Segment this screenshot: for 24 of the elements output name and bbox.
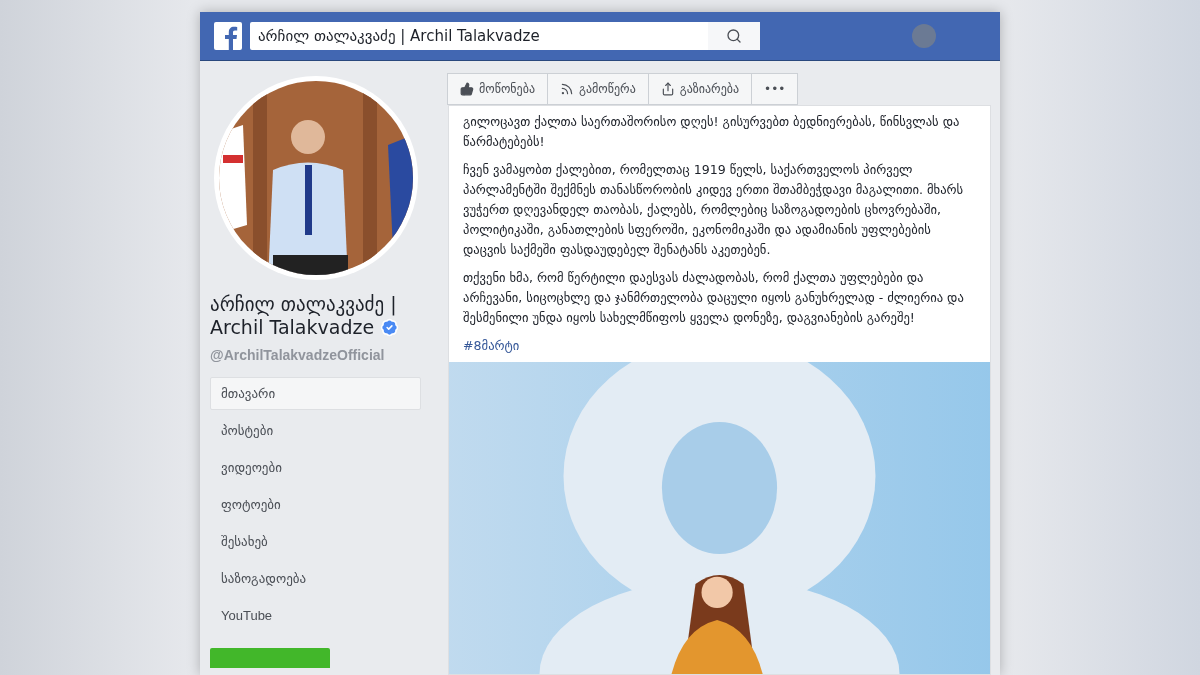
facebook-logo[interactable] [214, 22, 242, 50]
like-button[interactable]: მოწონება [447, 73, 548, 105]
post-paragraph: ჩვენ ვამაყობთ ქალებით, რომელთაც 1919 წელს, საქართველოს პირველ პარლამენტში შექმნეს თანასწორობის კიდევ ერთი შთამბეჭდავი მაგალითი. მხარს ვუჭერთ დღევანდელ თაობას, ქალებს, რომლებიც საზოგადოების ცხოვრებაში, პოლიტიკაში, განათლების სფეროში, ეკონომიკაში და ადამიანის უფლებების დაცვის საქმეში ფასდაუდებელ შენატანს აკეთებენ. [463, 161, 965, 259]
search-icon [726, 28, 742, 44]
hashtag-link[interactable]: #8მარტი [463, 336, 976, 356]
nav-item[interactable]: ფოტოები [210, 487, 421, 521]
share-arrow-icon [660, 82, 675, 96]
page-name: არჩილ თალაკვაძე | Archil Talakvadze [210, 293, 421, 339]
nav-item[interactable]: შესახებ [210, 524, 421, 558]
nav-item[interactable]: ვიდეოები [210, 450, 421, 484]
rss-icon [560, 82, 574, 96]
nav-item[interactable]: YouTube [210, 598, 421, 632]
nav-item[interactable]: მთავარი [210, 376, 421, 410]
nav-item[interactable]: საზოგადოება [210, 561, 421, 595]
search-field[interactable]: არჩილ თალაკვაძე | Archil Talakvadze [250, 22, 760, 50]
post-paragraph: თქვენი ხმა, რომ წერტილი დაესვას ძალადობას, რომ ქალთა უფლებები და არჩევანი, სიცოცხლე და ჯანმრთელობა დაცული იყოს განუხრელად - ძლიერია და შესმენილი უნდა იყოს სახელმწიფოს ყველა დონეზე, დაგვიანების გარეშე! [463, 269, 965, 327]
post-paragraph: გილოცავთ ქალთა საერთაშორისო დღეს! გისურვებთ ბედნიერებას, წინსვლას და წარმატებებს! [463, 113, 961, 151]
more-button[interactable]: ••• [751, 73, 799, 105]
thumbs-up-icon [460, 82, 474, 96]
nav-item[interactable]: პოსტები [210, 413, 421, 447]
follow-button[interactable]: გამოწერა [547, 73, 649, 105]
page-handle: @ArchilTalakvadzeOfficial [210, 346, 386, 363]
share-button[interactable]: გაზიარება [647, 73, 753, 105]
search-button[interactable] [708, 22, 760, 50]
